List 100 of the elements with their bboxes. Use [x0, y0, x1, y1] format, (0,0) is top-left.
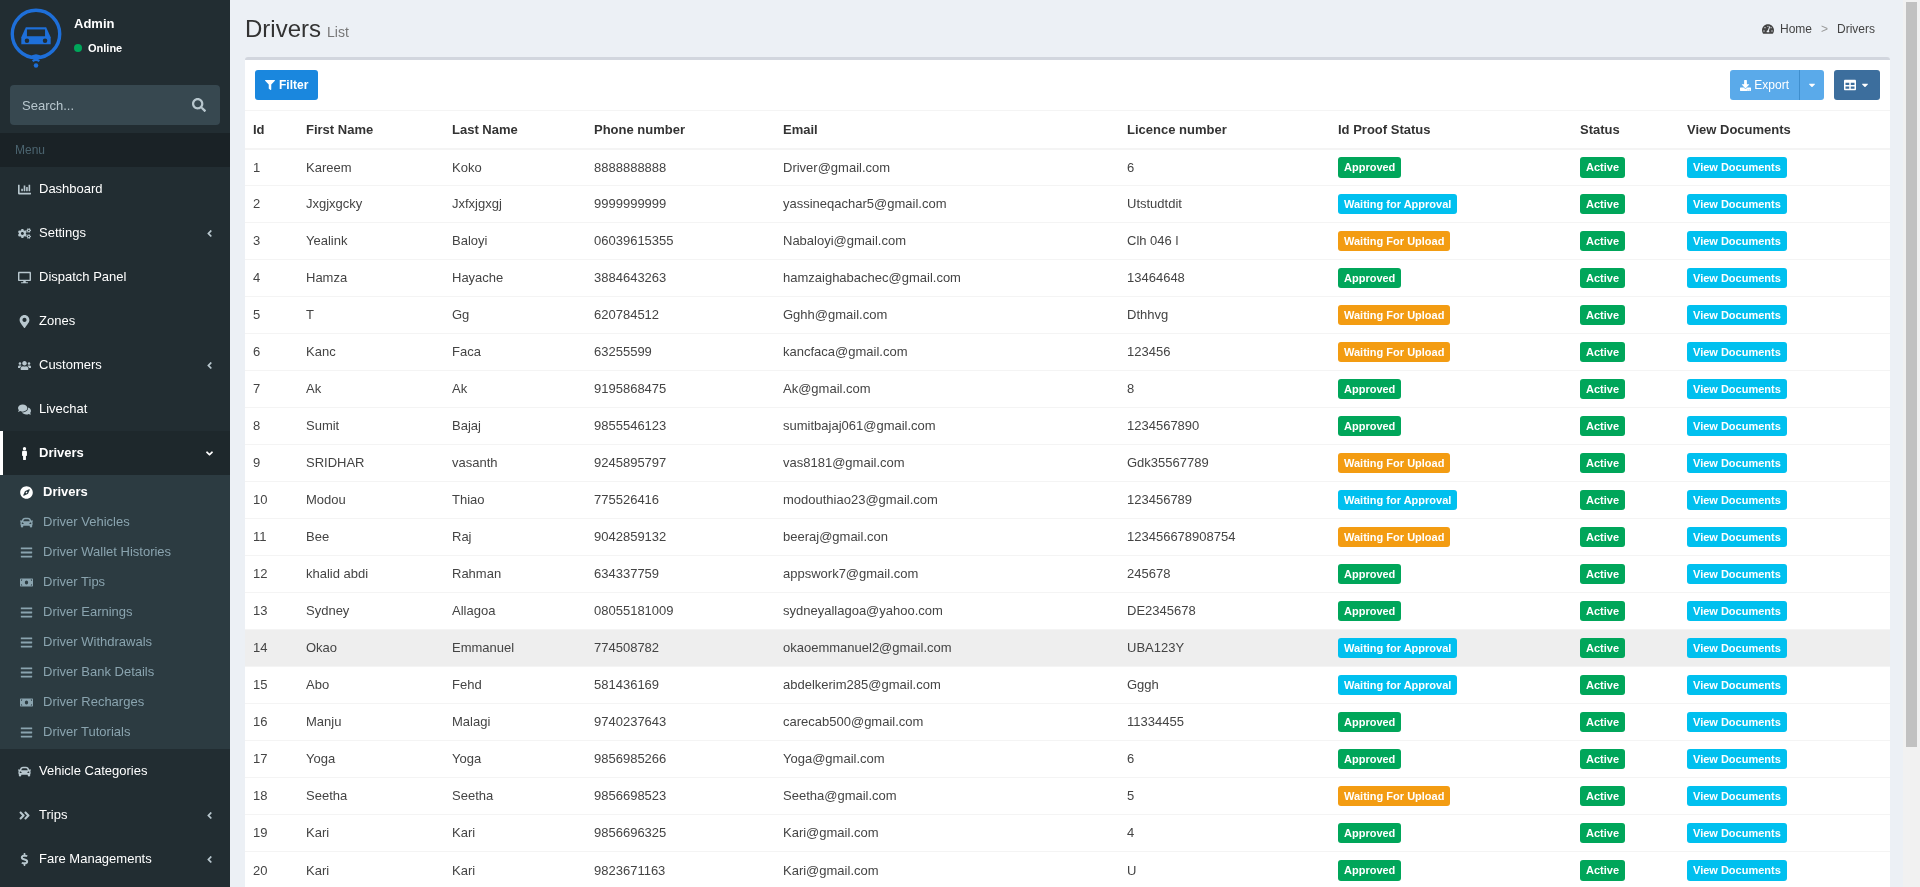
- table-cell: Kari@gmail.com: [775, 851, 1119, 887]
- breadcrumb-link[interactable]: Home: [1779, 19, 1812, 38]
- search-field[interactable]: Search...: [10, 85, 220, 125]
- submenu-item[interactable]: Driver Tips: [0, 567, 230, 597]
- table-cell: 620784512: [586, 296, 775, 334]
- view-documents-button[interactable]: View Documents: [1687, 157, 1787, 178]
- table-cell: Kari: [444, 814, 586, 852]
- menu-header: Menu: [15, 142, 46, 159]
- table-cell: 123456789: [1119, 481, 1330, 519]
- submenu-item[interactable]: Driver Earnings: [0, 597, 230, 627]
- table-cell: Gg: [444, 296, 586, 334]
- submenu-item[interactable]: Driver Vehicles: [0, 507, 230, 537]
- table-cell: 8888888888: [586, 148, 775, 186]
- table-cell: 5: [245, 296, 298, 334]
- table-cell: Kari: [298, 814, 444, 852]
- table-cell: 9856698523: [586, 777, 775, 815]
- view-documents-button[interactable]: View Documents: [1687, 526, 1787, 548]
- sidebar-item[interactable]: Drivers: [0, 431, 230, 475]
- view-documents-button[interactable]: View Documents: [1687, 452, 1787, 474]
- submenu-item[interactable]: Driver Wallet Histories: [0, 537, 230, 567]
- view-documents-button[interactable]: View Documents: [1687, 341, 1787, 363]
- scrollbar[interactable]: [1903, 0, 1920, 887]
- view-documents-button[interactable]: View Documents: [1687, 378, 1787, 400]
- table-cell: Okao: [298, 629, 444, 667]
- table-cell: vasanth: [444, 444, 586, 482]
- view-documents-button[interactable]: View Documents: [1687, 563, 1787, 585]
- table-cell: Hayache: [444, 259, 586, 297]
- status-badge: Active: [1580, 785, 1626, 807]
- table-cell: Bee: [298, 518, 444, 556]
- sidebar-item[interactable]: Trips: [0, 793, 230, 837]
- view-documents-button[interactable]: View Documents: [1687, 415, 1787, 437]
- table-cell: sumitbajaj061@gmail.com: [775, 407, 1119, 445]
- table-cell: Clh 046 l: [1119, 222, 1330, 260]
- table-cell: Emmanuel: [444, 629, 586, 667]
- view-documents-button[interactable]: View Documents: [1687, 600, 1787, 622]
- sidebar-item[interactable]: Fare Managements: [0, 837, 230, 881]
- table-cell: 9823671163: [586, 851, 775, 887]
- submenu-item[interactable]: Driver Bank Details: [0, 657, 230, 687]
- table-cell: 5: [1119, 777, 1330, 815]
- sidebar-item[interactable]: Settings: [0, 211, 230, 255]
- table-cell: SRIDHAR: [298, 444, 444, 482]
- view-documents-button[interactable]: View Documents: [1687, 860, 1787, 881]
- table-cell: Ak: [444, 370, 586, 408]
- table-cell: 18: [245, 777, 298, 815]
- view-documents-button[interactable]: View Documents: [1687, 267, 1787, 289]
- table-cell: appswork7@gmail.com: [775, 555, 1119, 593]
- sidebar-item[interactable]: Dashboard: [0, 167, 230, 211]
- filter-button[interactable]: Filter: [255, 70, 319, 100]
- column-header: Id: [245, 110, 298, 149]
- proof-status-badge: Waiting For Upload: [1338, 230, 1451, 252]
- sidebar-item[interactable]: Dispatch Panel: [0, 255, 230, 299]
- table-cell: Manju: [298, 703, 444, 741]
- view-documents-button[interactable]: View Documents: [1687, 711, 1787, 733]
- column-header: View Documents: [1679, 110, 1890, 149]
- table-cell: 9999999999: [586, 185, 775, 223]
- map-pin-icon: [18, 314, 31, 328]
- table-cell: UBA123Y: [1119, 629, 1330, 667]
- table-cell: Seetha: [298, 777, 444, 815]
- table-cell: Kari: [298, 851, 444, 887]
- status-badge: Active: [1580, 822, 1626, 844]
- view-documents-button[interactable]: View Documents: [1687, 822, 1787, 844]
- view-documents-button[interactable]: View Documents: [1687, 304, 1787, 326]
- submenu-item[interactable]: Driver Recharges: [0, 687, 230, 717]
- proof-status-badge: Approved: [1338, 415, 1402, 437]
- table-cell: 11: [245, 518, 298, 556]
- submenu-item[interactable]: Driver Withdrawals: [0, 627, 230, 657]
- view-documents-button[interactable]: View Documents: [1687, 193, 1787, 215]
- search-icon[interactable]: [192, 98, 206, 112]
- user-name: Admin: [74, 15, 116, 33]
- table-cell: 13464648: [1119, 259, 1330, 297]
- proof-status-badge: Waiting For Upload: [1338, 452, 1451, 474]
- export-button[interactable]: Export: [1730, 70, 1799, 100]
- sidebar-item[interactable]: Vehicle Categories: [0, 749, 230, 793]
- submenu-item[interactable]: Driver Tutorials: [0, 717, 230, 747]
- submenu-item[interactable]: Drivers: [0, 477, 230, 507]
- table-cell: sydneyallagoa@yahoo.com: [775, 592, 1119, 630]
- view-documents-button[interactable]: View Documents: [1687, 785, 1787, 807]
- table-cell: Yealink: [298, 222, 444, 260]
- table-cell: Sydney: [298, 592, 444, 630]
- table-cell: 11334455: [1119, 703, 1330, 741]
- sidebar-item[interactable]: Livechat: [0, 387, 230, 431]
- view-documents-button[interactable]: View Documents: [1687, 748, 1787, 770]
- proof-status-badge: Approved: [1338, 860, 1402, 881]
- table-cell: 9856696325: [586, 814, 775, 852]
- scrollbar-thumb[interactable]: [1906, 2, 1917, 747]
- table-cell: Abo: [298, 666, 444, 704]
- proof-status-badge: Approved: [1338, 748, 1402, 770]
- columns-button[interactable]: [1834, 70, 1880, 100]
- status-badge: Active: [1580, 304, 1626, 326]
- view-documents-button[interactable]: View Documents: [1687, 637, 1787, 659]
- view-documents-button[interactable]: View Documents: [1687, 489, 1787, 511]
- column-header: Email: [775, 110, 1119, 149]
- view-documents-button[interactable]: View Documents: [1687, 230, 1787, 252]
- table-cell: hamzaighabachec@gmail.com: [775, 259, 1119, 297]
- table-cell: Yoga: [298, 740, 444, 778]
- sidebar-item[interactable]: Customers: [0, 343, 230, 387]
- sidebar-item[interactable]: Zones: [0, 299, 230, 343]
- view-documents-button[interactable]: View Documents: [1687, 674, 1787, 696]
- export-dropdown-button[interactable]: [1799, 70, 1824, 100]
- table-cell: Gghh@gmail.com: [775, 296, 1119, 334]
